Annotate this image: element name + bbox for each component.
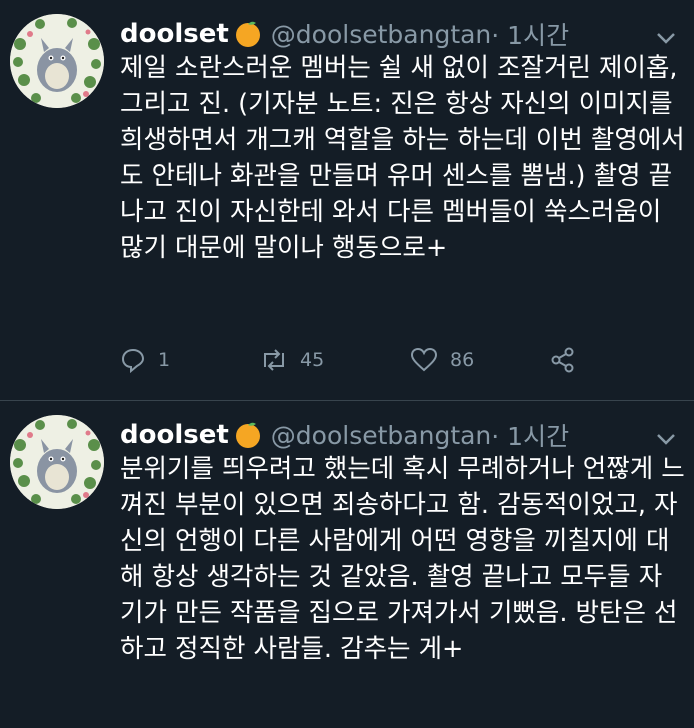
retweet-button[interactable]: 45 <box>260 347 410 373</box>
tweet-actions: 1 45 86 <box>120 342 600 378</box>
orange-emoji-icon <box>235 422 260 448</box>
retweet-count: 45 <box>300 349 325 371</box>
chevron-down-icon[interactable] <box>654 431 678 447</box>
avatar[interactable] <box>10 415 104 509</box>
tweet[interactable]: doolset @doolsetbangtan · 1시간 제일 소란스러운 멤… <box>0 0 694 398</box>
user-handle[interactable]: @doolsetbangtan <box>271 20 491 49</box>
reply-button[interactable]: 1 <box>120 347 260 373</box>
retweet-icon <box>264 349 284 371</box>
tweet[interactable]: doolset @doolsetbangtan · 1시간 분위기를 띄우려고 … <box>0 401 694 728</box>
chevron-down-icon[interactable] <box>654 30 678 46</box>
display-name[interactable]: doolset <box>120 420 229 450</box>
tweet-text: 분위기를 띄우려고 했는데 혹시 무례하거나 언짢게 느껴진 부분이 있으면 죄… <box>120 454 685 664</box>
avatar[interactable] <box>10 14 104 108</box>
like-count: 86 <box>450 349 475 371</box>
timestamp[interactable]: · 1시간 <box>491 16 569 52</box>
reply-count: 1 <box>158 349 171 371</box>
display-name[interactable]: doolset <box>120 19 229 49</box>
share-icon <box>551 347 574 373</box>
user-handle[interactable]: @doolsetbangtan <box>271 421 491 450</box>
heart-icon <box>410 347 438 372</box>
tweet-text: 제일 소란스러운 멤버는 쉴 새 없이 조잘거린 제이홉, 그리고 진. (기자… <box>120 53 686 263</box>
tweet-header: doolset @doolsetbangtan · 1시간 <box>120 417 569 453</box>
share-button[interactable] <box>550 347 576 373</box>
totoro-avatar-image <box>10 415 104 509</box>
reply-icon <box>121 348 145 373</box>
orange-emoji-icon <box>235 21 260 47</box>
tweet-header: doolset @doolsetbangtan · 1시간 <box>120 16 569 52</box>
totoro-avatar-image <box>10 14 104 108</box>
like-button[interactable]: 86 <box>410 347 550 373</box>
timestamp[interactable]: · 1시간 <box>491 417 569 453</box>
